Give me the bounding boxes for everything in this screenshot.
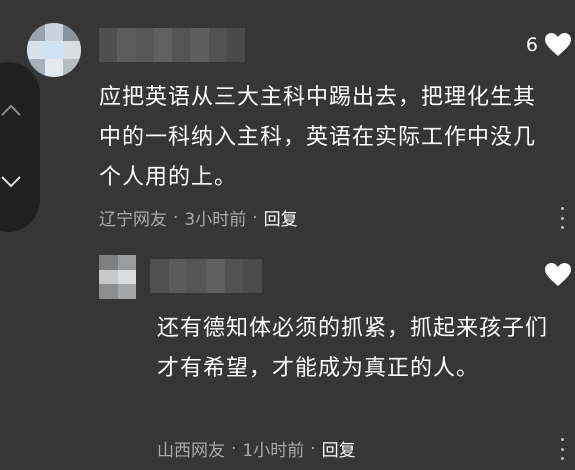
comment-time: 3小时前	[184, 210, 247, 230]
avatar[interactable]	[27, 23, 81, 77]
more-options-icon[interactable]	[559, 438, 565, 460]
meta-separator: ·	[252, 207, 258, 228]
blurred-avatar-icon	[99, 255, 136, 299]
like-count: 6	[525, 34, 538, 56]
comment-meta: 山西网友 · 1小时前 · 回复	[157, 436, 356, 462]
comment-text: 应把英语从三大主科中踢出去，把理化生其中的一科纳入主科，英语在实际工作中没几个人…	[99, 85, 537, 190]
reply-button[interactable]: 回复	[264, 205, 298, 230]
comment-nav-pill	[0, 62, 40, 232]
comment-text: 还有德知体必须的抓紧，抓起来孩子们才有希望，才能成为真正的人。	[157, 316, 549, 381]
blurred-username-icon	[99, 28, 245, 62]
blurred-avatar-icon	[27, 23, 81, 77]
chevron-up-icon[interactable]	[0, 98, 24, 124]
more-options-icon[interactable]	[559, 207, 565, 229]
meta-separator: ·	[173, 207, 179, 228]
chevron-down-icon[interactable]	[0, 168, 24, 194]
meta-separator: ·	[310, 438, 316, 459]
comment-location: 辽宁网友	[99, 210, 167, 230]
meta-separator: ·	[231, 438, 237, 459]
like-group	[538, 262, 572, 288]
heart-icon[interactable]	[544, 32, 572, 58]
comment-meta: 辽宁网友 · 3小时前 · 回复	[99, 205, 298, 231]
comment-time: 1小时前	[242, 441, 305, 461]
like-group: 6	[526, 32, 572, 58]
reply-button[interactable]: 回复	[322, 436, 356, 461]
heart-icon[interactable]	[544, 262, 572, 288]
avatar[interactable]	[99, 255, 136, 299]
blurred-username-icon	[150, 259, 262, 293]
comment-location: 山西网友	[157, 441, 225, 461]
